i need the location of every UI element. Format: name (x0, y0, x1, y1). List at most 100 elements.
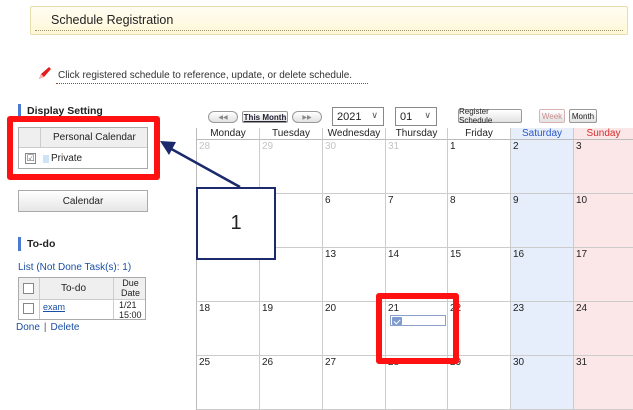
day-cell[interactable]: 26 (260, 356, 323, 410)
week-view-button[interactable]: Week (539, 109, 565, 123)
todo-select-all-checkbox[interactable] (23, 283, 34, 294)
due-line1: Due (122, 278, 139, 288)
todo-actions: Done | Delete (16, 322, 79, 333)
title-bar: Schedule Registration (30, 6, 628, 35)
day-number[interactable]: 20 (325, 303, 336, 314)
todo-heading: To-do (18, 237, 55, 251)
day-number[interactable]: 29 (262, 141, 273, 152)
day-cell[interactable]: 6 (323, 194, 386, 248)
month-view-button[interactable]: Month (569, 109, 597, 123)
day-cell[interactable]: 17 (574, 248, 633, 302)
pencil-icon (39, 67, 51, 79)
hint-line: Click registered schedule to reference, … (38, 64, 368, 86)
month-calendar: Monday Tuesday Wednesday Thursday Friday Satu… (196, 128, 633, 410)
next-month-button[interactable]: ▶▶ (292, 111, 322, 123)
day-number[interactable]: 7 (388, 195, 394, 206)
day-header-tuesday: Tuesday (260, 128, 323, 140)
title-underline (35, 30, 623, 31)
day-cell[interactable]: 24 (574, 302, 633, 356)
calendar-toolbar: ◀◀ This Month ▶▶ 2021 ∨ 01 ∨ Register Sche… (196, 106, 633, 128)
day-cell[interactable]: 25 (197, 356, 260, 410)
prev-month-button[interactable]: ◀◀ (208, 111, 238, 123)
callout-box: 1 (196, 187, 276, 260)
day-number[interactable]: 17 (576, 249, 587, 260)
highlight-box-personal-calendar (7, 116, 160, 180)
due-date: 1/21 (119, 300, 137, 310)
day-cell[interactable]: 27 (323, 356, 386, 410)
day-number[interactable]: 2 (513, 141, 519, 152)
highlight-box-event (376, 293, 459, 364)
day-number[interactable]: 19 (262, 303, 273, 314)
day-cell[interactable]: 31 (386, 140, 448, 194)
day-number[interactable]: 31 (576, 357, 587, 368)
day-header-saturday: Saturday (511, 128, 574, 140)
chevron-down-icon: ∨ (371, 110, 378, 120)
todo-item-due: 1/21 15:00 (119, 300, 142, 320)
todo-item-checkbox[interactable] (23, 303, 34, 314)
day-cell[interactable]: 7 (386, 194, 448, 248)
hint-underline (56, 83, 368, 84)
due-line2: Date (121, 288, 141, 298)
day-number[interactable]: 16 (513, 249, 524, 260)
day-cell[interactable]: 29 (260, 140, 323, 194)
day-number[interactable]: 9 (513, 195, 519, 206)
month-value: 01 (400, 110, 413, 123)
todo-item-exam[interactable]: exam (43, 302, 65, 312)
day-cell[interactable]: 1 (448, 140, 511, 194)
year-select[interactable]: 2021 ∨ (332, 107, 384, 126)
day-number[interactable]: 25 (199, 357, 210, 368)
day-header-sunday: Sunday (574, 128, 633, 140)
delete-link[interactable]: Delete (51, 322, 80, 333)
day-number[interactable]: 24 (576, 303, 587, 314)
callout-arrow (160, 141, 241, 189)
todo-col-divider (113, 278, 114, 319)
todo-list-link[interactable]: List (Not Done Task(s): 1) (18, 262, 131, 273)
day-number[interactable]: 30 (513, 357, 524, 368)
day-number[interactable]: 6 (325, 195, 331, 206)
day-number[interactable]: 31 (388, 141, 399, 152)
day-cell[interactable]: 23 (511, 302, 574, 356)
day-cell[interactable]: 10 (574, 194, 633, 248)
todo-table: To-do Due Date exam 1/21 15:00 (18, 277, 146, 320)
chevron-down-icon: ∨ (424, 110, 431, 120)
day-number[interactable]: 10 (576, 195, 587, 206)
day-number[interactable]: 23 (513, 303, 524, 314)
day-cell[interactable]: 31 (574, 356, 633, 410)
day-cell[interactable]: 18 (197, 302, 260, 356)
day-cell[interactable]: 28 (386, 356, 448, 410)
day-cell[interactable]: 8 (448, 194, 511, 248)
callout-number: 1 (230, 212, 242, 234)
this-month-button[interactable]: This Month (242, 111, 288, 123)
due-time: 15:00 (119, 310, 142, 320)
day-cell[interactable]: 9 (511, 194, 574, 248)
day-number[interactable]: 18 (199, 303, 210, 314)
day-cell[interactable]: 30 (511, 356, 574, 410)
day-cell[interactable]: 29 (448, 356, 511, 410)
day-cell[interactable]: 16 (511, 248, 574, 302)
day-header-wednesday: Wednesday (323, 128, 386, 140)
calendar-button[interactable]: Calendar (18, 190, 148, 212)
done-link[interactable]: Done (16, 322, 40, 333)
day-number[interactable]: 8 (450, 195, 456, 206)
day-number[interactable]: 1 (450, 141, 456, 152)
day-cell[interactable]: 19 (260, 302, 323, 356)
day-number[interactable]: 30 (325, 141, 336, 152)
page: Schedule Registration Click registered s… (0, 0, 633, 410)
day-number[interactable]: 14 (388, 249, 399, 260)
month-select[interactable]: 01 ∨ (395, 107, 437, 126)
day-number[interactable]: 27 (325, 357, 336, 368)
day-number[interactable]: 3 (576, 141, 582, 152)
day-number[interactable]: 13 (325, 249, 336, 260)
register-schedule-button[interactable]: Register Schedule (458, 107, 522, 125)
day-cell[interactable]: 2 (511, 140, 574, 194)
todo-col-divider (39, 278, 40, 319)
day-cell[interactable]: 30 (323, 140, 386, 194)
link-separator: | (43, 322, 47, 333)
day-number[interactable]: 15 (450, 249, 461, 260)
due-date-col-header: Due Date (121, 278, 140, 298)
day-cell[interactable]: 3 (574, 140, 633, 194)
page-title: Schedule Registration (51, 13, 174, 27)
day-number[interactable]: 26 (262, 357, 273, 368)
todo-col-header: To-do (61, 283, 87, 294)
day-header-thursday: Thursday (386, 128, 448, 140)
